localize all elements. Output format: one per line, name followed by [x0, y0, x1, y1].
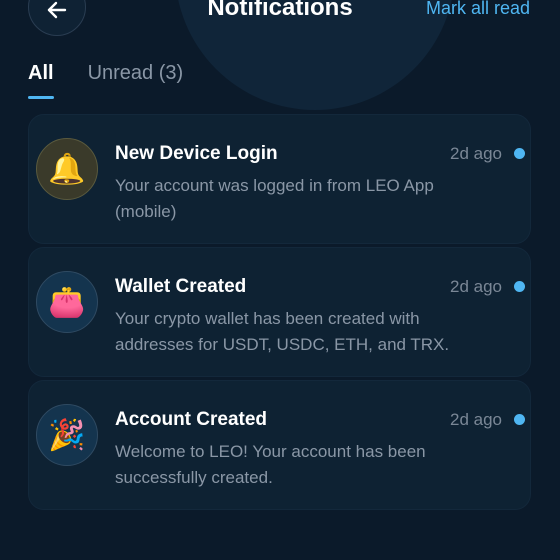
- notification-title: Account Created: [115, 409, 268, 430]
- notification-time: 2d ago: [450, 410, 502, 429]
- notification-body: Welcome to LEO! Your account has been su…: [115, 442, 426, 487]
- notification-time: 2d ago: [450, 277, 502, 296]
- tab-bar: All Unread (3): [28, 62, 184, 99]
- notification-item[interactable]: 🔔 New Device Login 2d ago Your account w…: [28, 114, 531, 244]
- purse-icon: 👛: [36, 271, 98, 333]
- notification-title: New Device Login: [115, 143, 278, 164]
- bell-icon: 🔔: [36, 138, 98, 200]
- tab-all-label: All: [28, 62, 54, 84]
- notification-item[interactable]: 🎉 Account Created 2d ago Welcome to LEO!…: [28, 380, 531, 510]
- mark-all-read-button[interactable]: Mark all read: [426, 0, 530, 19]
- notification-list: 🔔 New Device Login 2d ago Your account w…: [28, 114, 531, 513]
- tab-all[interactable]: All: [28, 62, 54, 99]
- active-tab-indicator: [28, 96, 54, 99]
- tab-unread-label: Unread (3): [87, 62, 184, 84]
- notification-item[interactable]: 👛 Wallet Created 2d ago Your crypto wall…: [28, 247, 531, 377]
- notification-title: Wallet Created: [115, 276, 247, 297]
- notification-body: Your crypto wallet has been created with…: [115, 309, 450, 354]
- party-popper-icon: 🎉: [36, 404, 98, 466]
- notification-body: Your account was logged in from LEO App …: [115, 176, 434, 221]
- unread-dot: [514, 414, 525, 425]
- tab-unread[interactable]: Unread (3): [88, 62, 184, 97]
- unread-dot: [514, 281, 525, 292]
- notification-time: 2d ago: [450, 144, 502, 163]
- unread-dot: [514, 148, 525, 159]
